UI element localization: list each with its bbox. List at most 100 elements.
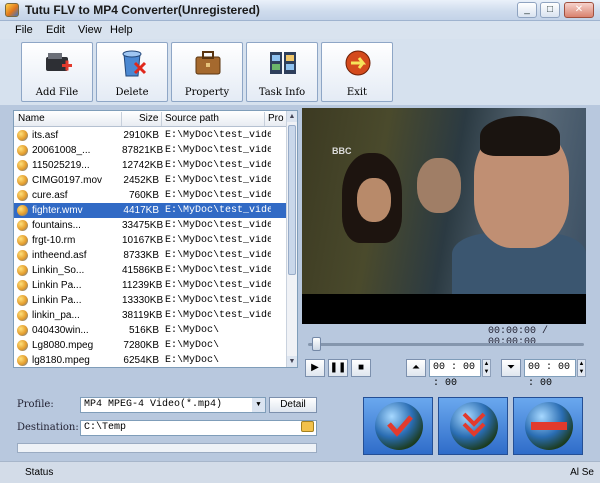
file-path: E:\MyDoc\test_video\ (165, 145, 271, 156)
profile-select[interactable]: MP4 MPEG-4 Video(*.mp4) ▼ (80, 397, 266, 413)
menu-help[interactable]: Help (110, 24, 133, 36)
table-row[interactable]: Linkin_So... 41586KBE:\MyDoc\test_video\ (14, 263, 288, 278)
table-row[interactable]: 040430win... 516KB E:\MyDoc\ (14, 323, 288, 338)
start-time-field[interactable]: 00 : 00 : 00 (429, 359, 481, 389)
list-scrollbar[interactable]: ▲ ▼ (286, 111, 297, 367)
film-task-icon (270, 52, 296, 74)
file-size: 41586KB (122, 265, 164, 276)
stop-button[interactable]: ■ (351, 359, 371, 377)
table-row[interactable]: Lg8080.mpeg 7280KB E:\MyDoc\ (14, 338, 288, 353)
task-info-button[interactable]: Task Info (246, 42, 318, 102)
table-row[interactable]: CIMG0197.mov 2452KB E:\MyDoc\test_video\ (14, 173, 288, 188)
file-name: 115025219... (32, 160, 90, 171)
task-info-label: Task Info (258, 87, 306, 98)
table-row[interactable]: Linkin Pa... 11239KBE:\MyDoc\test_video\ (14, 278, 288, 293)
file-path: E:\MyDoc\test_video\ (165, 205, 271, 216)
end-time-field[interactable]: 00 : 00 : 00 (524, 359, 576, 389)
file-path: E:\MyDoc\test_video\ (165, 220, 271, 231)
exit-button[interactable]: Exit (321, 42, 393, 102)
play-icon: ▶ (311, 362, 319, 373)
maximize-button[interactable]: □ (540, 2, 560, 18)
start-time-spinner[interactable]: ▲ ▼ (482, 359, 491, 377)
destination-field[interactable]: C:\Temp (80, 420, 317, 436)
table-row[interactable]: 115025219... 12742KBE:\MyDoc\test_video\ (14, 158, 288, 173)
pause-button[interactable]: ❚❚ (328, 359, 348, 377)
window-title: Tutu FLV to MP4 Converter(Unregistered) (25, 3, 260, 17)
table-row[interactable]: its.asf 2910KB E:\MyDoc\test_video\ (14, 128, 288, 143)
browse-folder-icon[interactable] (301, 421, 314, 432)
end-mark-icon: ⏷ (507, 362, 515, 373)
convert-button[interactable] (363, 397, 433, 455)
destination-label: Destination: (17, 422, 79, 433)
file-name: cure.asf (32, 190, 68, 201)
set-start-button[interactable]: ⏶ (406, 359, 426, 377)
scroll-thumb[interactable] (288, 125, 296, 275)
table-row[interactable]: 20061008_... 87821KBE:\MyDoc\test_video\ (14, 143, 288, 158)
seek-bar[interactable] (308, 343, 584, 346)
table-row[interactable]: cure.asf 760KB E:\MyDoc\test_video\ (14, 188, 288, 203)
close-button[interactable]: ✕ (564, 2, 594, 18)
globe-down-arrows-icon (450, 402, 498, 450)
add-file-icon (46, 53, 72, 71)
table-row[interactable]: fighter.wmv 4417KB E:\MyDoc\test_video\ (14, 203, 288, 218)
play-button[interactable]: ▶ (305, 359, 325, 377)
file-path: E:\MyDoc\test_video\ (165, 175, 271, 186)
seek-thumb[interactable] (312, 337, 321, 351)
table-row[interactable]: linkin_pa... 38119KBE:\MyDoc\test_video\ (14, 308, 288, 323)
video-file-icon (17, 250, 28, 261)
conversion-progress-bar (17, 443, 317, 453)
menu-file[interactable]: File (15, 24, 33, 36)
exit-icon (345, 50, 371, 76)
file-size: 2452KB (123, 175, 159, 186)
globe-stop-icon (525, 402, 573, 450)
file-path: E:\MyDoc\test_video\ (165, 190, 271, 201)
briefcase-icon (195, 51, 221, 75)
scroll-up-icon[interactable]: ▲ (287, 111, 297, 122)
detail-button[interactable]: Detail (269, 397, 317, 413)
exit-label: Exit (346, 87, 368, 98)
chevron-down-icon[interactable]: ▼ (252, 398, 265, 412)
app-icon (5, 3, 19, 17)
table-row[interactable]: frgt-10.rm 10167KBE:\MyDoc\test_video\ (14, 233, 288, 248)
video-file-icon (17, 340, 28, 351)
stop-convert-button[interactable] (513, 397, 583, 455)
end-time-spinner[interactable]: ▲ ▼ (577, 359, 586, 377)
menu-view[interactable]: View (78, 24, 102, 36)
menu-bar: File Edit View Help (0, 21, 600, 39)
toolbar: Add File Delete Property Task Info Exit (0, 39, 600, 105)
file-name: Linkin Pa... (32, 280, 82, 291)
file-name: 040430win... (32, 325, 89, 336)
file-size: 4417KB (123, 205, 159, 216)
col-path-header[interactable]: Source path (165, 113, 219, 124)
menu-edit[interactable]: Edit (46, 24, 65, 36)
col-size-header[interactable]: Size (139, 113, 158, 124)
file-path: E:\MyDoc\ (165, 355, 220, 366)
file-path: E:\MyDoc\test_video\ (165, 280, 271, 291)
table-row[interactable]: lg8180.mpeg 6254KB E:\MyDoc\ (14, 353, 288, 367)
property-button[interactable]: Property (171, 42, 243, 102)
table-row[interactable]: fountains... 33475KBE:\MyDoc\test_video\ (14, 218, 288, 233)
file-path: E:\MyDoc\test_video\ (165, 295, 271, 306)
file-path: E:\MyDoc\test_video\ (165, 160, 271, 171)
file-size: 2910KB (123, 130, 159, 141)
minimize-button[interactable]: _ (517, 2, 537, 18)
set-end-button[interactable]: ⏷ (501, 359, 521, 377)
profile-label: Profile: (17, 399, 54, 410)
title-bar: Tutu FLV to MP4 Converter(Unregistered) … (0, 0, 600, 21)
file-name: Lg8080.mpeg (32, 340, 94, 351)
file-name: frgt-10.rm (32, 235, 76, 246)
col-progress-header[interactable]: Pro (268, 113, 284, 124)
scroll-down-icon[interactable]: ▼ (287, 356, 297, 367)
file-size: 8733KB (123, 250, 159, 261)
delete-button[interactable]: Delete (96, 42, 168, 102)
convert-all-button[interactable] (438, 397, 508, 455)
file-list[interactable]: Name Size Source path Pro its.asf 2910KB E… (13, 110, 298, 368)
col-name-header[interactable]: Name (18, 113, 45, 124)
globe-check-icon (375, 402, 423, 450)
table-row[interactable]: intheend.asf 8733KB E:\MyDoc\test_video\ (14, 248, 288, 263)
video-preview: BBC (302, 108, 586, 324)
table-row[interactable]: Linkin Pa... 13330KBE:\MyDoc\test_video\ (14, 293, 288, 308)
status-text: Status (25, 467, 54, 478)
add-file-button[interactable]: Add File (21, 42, 93, 102)
video-file-icon (17, 325, 28, 336)
